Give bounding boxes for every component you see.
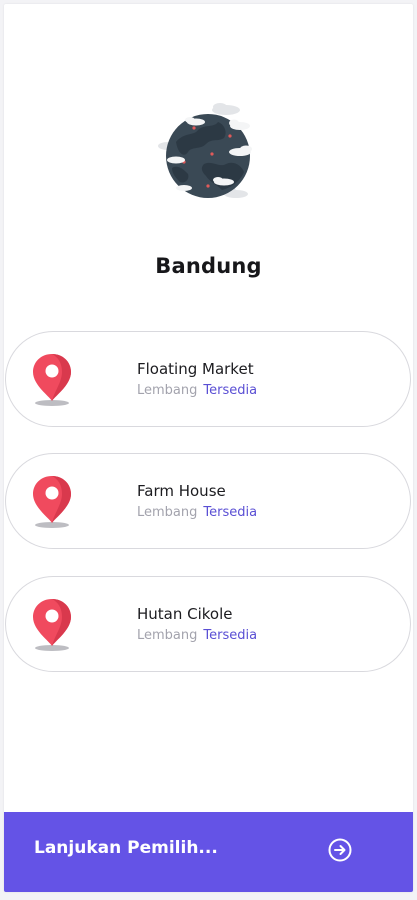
location-card[interactable]: Hutan Cikole Lembang Tersedia xyxy=(5,576,411,672)
map-pin-icon xyxy=(32,474,74,530)
location-meta: Lembang Tersedia xyxy=(137,628,257,643)
location-area: Lembang xyxy=(137,505,198,520)
continue-button[interactable]: Lanjukan Pemilih... xyxy=(4,812,413,892)
location-name: Hutan Cikole xyxy=(137,605,233,623)
location-meta: Lembang Tersedia xyxy=(137,505,257,520)
map-pin-icon xyxy=(32,352,74,408)
page-title: Bandung xyxy=(155,254,262,278)
app-screen: Bandung Floating Market Lembang Tersedia xyxy=(4,4,413,892)
location-name: Floating Market xyxy=(137,360,254,378)
status-badge: Tersedia xyxy=(203,505,258,520)
status-badge: Tersedia xyxy=(203,628,258,643)
arrow-right-circle-icon[interactable] xyxy=(327,837,353,863)
globe-icon xyxy=(154,102,264,212)
location-name: Farm House xyxy=(137,482,226,500)
location-card[interactable]: Farm House Lembang Tersedia xyxy=(5,453,411,549)
status-badge: Tersedia xyxy=(203,383,258,398)
location-card[interactable]: Floating Market Lembang Tersedia xyxy=(5,331,411,427)
location-area: Lembang xyxy=(137,383,198,398)
location-meta: Lembang Tersedia xyxy=(137,383,257,398)
map-pin-icon xyxy=(32,597,74,653)
continue-button-label: Lanjukan Pemilih... xyxy=(34,838,218,858)
location-area: Lembang xyxy=(137,628,198,643)
